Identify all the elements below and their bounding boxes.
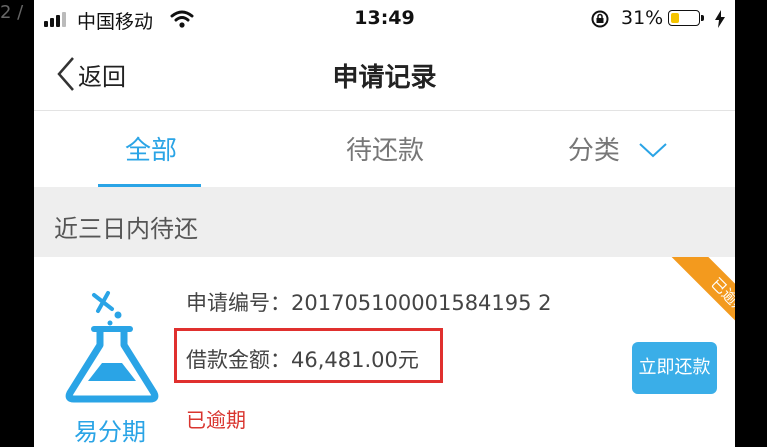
phone-screen: 中国移动 13:49 31% 返回 申请记录 全部 待还款 分类 近三日内待还 … bbox=[34, 0, 735, 447]
application-number: 申请编号：201705100001584195 2 bbox=[186, 287, 552, 317]
product-name: 易分期 bbox=[74, 418, 146, 446]
overdue-ribbon: 已逾期 bbox=[665, 257, 735, 327]
application-number-label: 申请编号： bbox=[186, 291, 291, 315]
loan-amount: 借款金额：46,481.00元 bbox=[186, 344, 419, 374]
tab-category[interactable]: 分类 bbox=[501, 111, 735, 187]
loan-amount-value: 46,481.00元 bbox=[291, 348, 419, 372]
page-title: 申请记录 bbox=[332, 63, 437, 93]
tab-pending-label: 待还款 bbox=[345, 136, 424, 166]
status-badge: 已逾期 bbox=[186, 408, 246, 432]
page-indicator: 2 / bbox=[0, 2, 24, 23]
loan-amount-label: 借款金额： bbox=[186, 348, 291, 372]
overdue-ribbon-label: 已逾期 bbox=[667, 257, 735, 327]
nav-bar: 返回 申请记录 bbox=[34, 38, 735, 111]
tab-bar: 全部 待还款 分类 bbox=[34, 111, 735, 187]
charging-bolt-icon bbox=[715, 10, 725, 28]
tab-category-label: 分类 bbox=[567, 136, 620, 166]
section-header: 近三日内待还 bbox=[34, 187, 735, 257]
tab-pending-repayment[interactable]: 待还款 bbox=[268, 111, 502, 187]
tab-all[interactable]: 全部 bbox=[34, 111, 268, 187]
record-card[interactable]: 易分期 申请编号：201705100001584195 2 借款金额：46,48… bbox=[34, 257, 735, 447]
repay-now-button[interactable]: 立即还款 bbox=[632, 342, 717, 394]
section-title: 近三日内待还 bbox=[54, 215, 198, 243]
chevron-down-icon bbox=[639, 142, 667, 157]
application-number-value: 201705100001584195 2 bbox=[291, 291, 552, 315]
tab-all-label: 全部 bbox=[124, 136, 177, 166]
rotation-lock-icon bbox=[591, 10, 609, 28]
status-bar: 中国移动 13:49 31% bbox=[34, 0, 735, 38]
battery-icon bbox=[668, 10, 704, 26]
battery-percent: 31% bbox=[621, 7, 664, 29]
flask-icon bbox=[65, 291, 159, 403]
